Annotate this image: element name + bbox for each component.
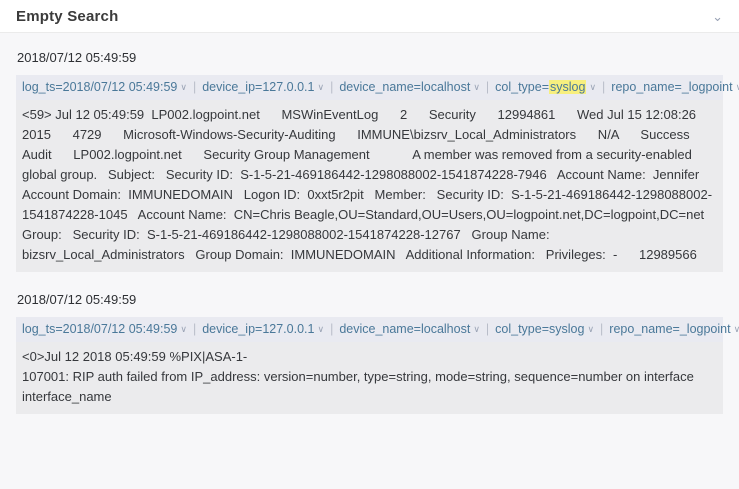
chevron-down-icon[interactable]: ∨ [589, 82, 596, 92]
field-tag-repo_name[interactable]: repo_name=_logpoint∨ [611, 80, 739, 94]
field-key: device_ip= [202, 322, 262, 336]
chevron-down-icon[interactable]: ∨ [734, 324, 739, 334]
field-key: repo_name= [611, 80, 682, 94]
field-key: device_ip= [202, 80, 262, 94]
field-value: 127.0.0.1 [262, 80, 314, 94]
log-timestamp: 2018/07/12 05:49:59 [17, 50, 723, 65]
log-message: <0>Jul 12 2018 05:49:59 %PIX|ASA-1- 1070… [16, 342, 723, 414]
chevron-down-icon[interactable]: ⌄ [712, 10, 723, 23]
page-title: Empty Search [16, 8, 118, 25]
chevron-down-icon[interactable]: ∨ [736, 82, 739, 92]
field-tag-list: log_ts=2018/07/12 05:49:59∨|device_ip=12… [16, 317, 723, 342]
log-message: <59> Jul 12 05:49:59 LP002.logpoint.net … [16, 100, 723, 272]
field-key: log_ts= [22, 322, 63, 336]
tag-separator: | [330, 80, 333, 94]
field-key: col_type= [495, 322, 549, 336]
field-tag-device_ip[interactable]: device_ip=127.0.0.1∨ [202, 322, 324, 336]
chevron-down-icon[interactable]: ∨ [473, 82, 480, 92]
tag-separator: | [600, 322, 603, 336]
field-tag-device_name[interactable]: device_name=localhost∨ [339, 322, 480, 336]
field-tag-col_type[interactable]: col_type=syslog∨ [495, 322, 594, 336]
log-entries: 2018/07/12 05:49:59log_ts=2018/07/12 05:… [16, 50, 723, 414]
search-results: 2018/07/12 05:49:59log_ts=2018/07/12 05:… [0, 33, 739, 444]
log-timestamp: 2018/07/12 05:49:59 [17, 292, 723, 307]
field-tag-device_name[interactable]: device_name=localhost∨ [339, 80, 480, 94]
field-key: log_ts= [22, 80, 63, 94]
tag-separator: | [486, 322, 489, 336]
field-value: _logpoint [682, 80, 733, 94]
tag-separator: | [193, 80, 196, 94]
chevron-down-icon[interactable]: ∨ [317, 82, 324, 92]
tag-separator: | [193, 322, 196, 336]
field-value: 127.0.0.1 [262, 322, 314, 336]
field-key: col_type= [495, 80, 549, 94]
field-tag-list: log_ts=2018/07/12 05:49:59∨|device_ip=12… [16, 75, 723, 100]
tag-separator: | [602, 80, 605, 94]
field-value: _logpoint [680, 322, 731, 336]
field-value: syslog [549, 80, 586, 94]
field-value: 2018/07/12 05:49:59 [63, 322, 178, 336]
field-value: syslog [549, 322, 584, 336]
log-entry: 2018/07/12 05:49:59log_ts=2018/07/12 05:… [16, 292, 723, 414]
chevron-down-icon[interactable]: ∨ [317, 324, 324, 334]
field-tag-repo_name[interactable]: repo_name=_logpoint∨ [609, 322, 739, 336]
field-key: repo_name= [609, 322, 680, 336]
field-value: localhost [421, 80, 470, 94]
field-tag-log_ts[interactable]: log_ts=2018/07/12 05:49:59∨ [22, 322, 187, 336]
field-tag-device_ip[interactable]: device_ip=127.0.0.1∨ [202, 80, 324, 94]
chevron-down-icon[interactable]: ∨ [587, 324, 594, 334]
tag-separator: | [486, 80, 489, 94]
field-value: 2018/07/12 05:49:59 [63, 80, 178, 94]
log-entry: 2018/07/12 05:49:59log_ts=2018/07/12 05:… [16, 50, 723, 272]
chevron-down-icon[interactable]: ∨ [180, 324, 187, 334]
field-tag-log_ts[interactable]: log_ts=2018/07/12 05:49:59∨ [22, 80, 187, 94]
field-key: device_name= [339, 322, 421, 336]
chevron-down-icon[interactable]: ∨ [180, 82, 187, 92]
search-panel-header: Empty Search ⌄ [0, 0, 739, 33]
field-key: device_name= [339, 80, 421, 94]
chevron-down-icon[interactable]: ∨ [473, 324, 480, 334]
field-value: localhost [421, 322, 470, 336]
tag-separator: | [330, 322, 333, 336]
field-tag-col_type[interactable]: col_type=syslog∨ [495, 80, 596, 94]
